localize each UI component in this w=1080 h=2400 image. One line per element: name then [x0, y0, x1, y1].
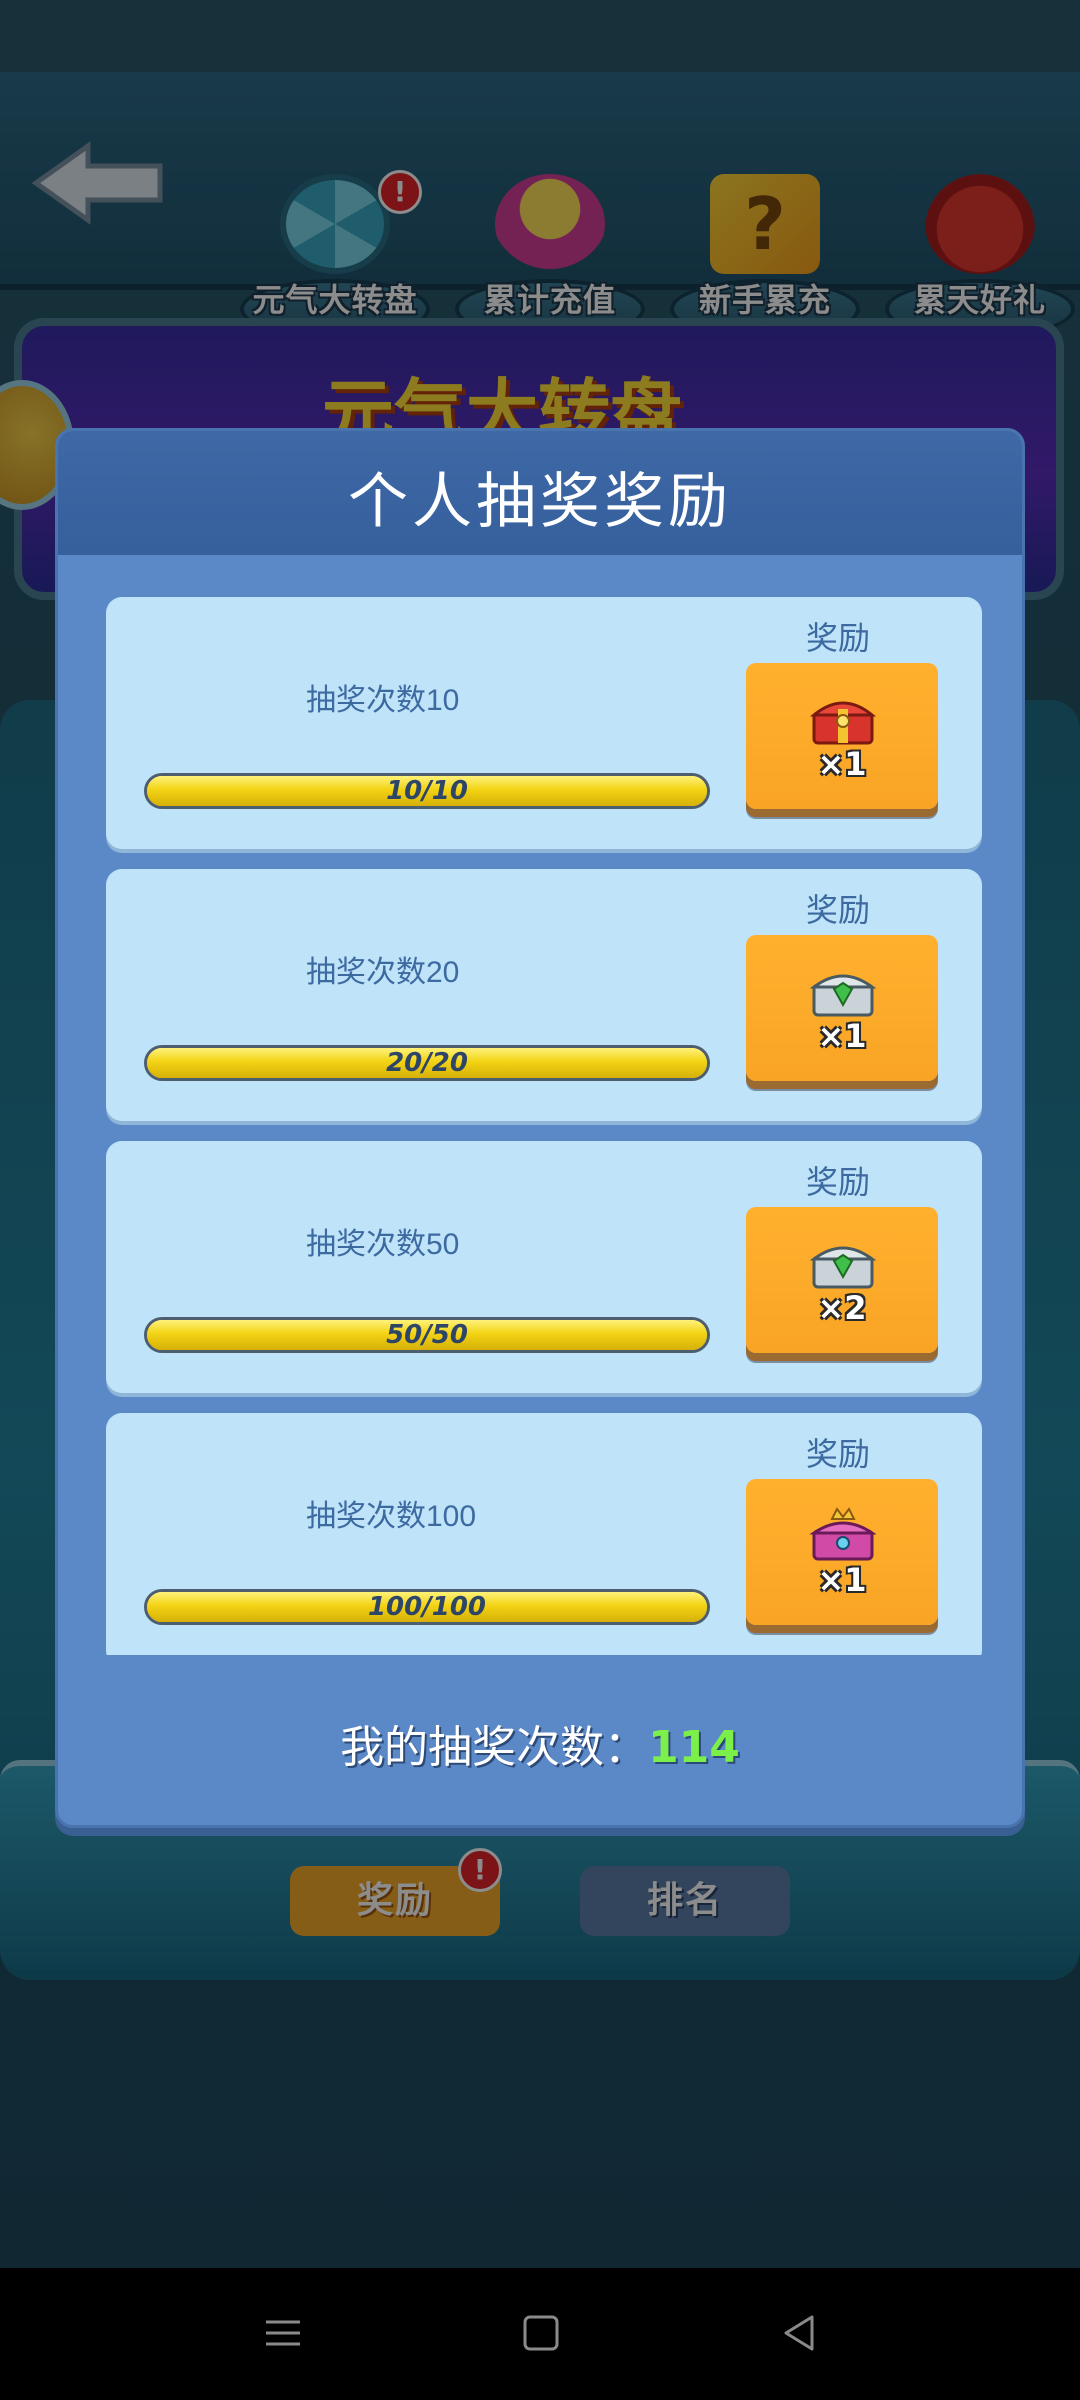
red-gold-chest-icon: [810, 701, 876, 745]
progress-bar: 20/20: [144, 1045, 710, 1081]
menu-icon[interactable]: [258, 2308, 308, 2358]
reward-list[interactable]: 抽奖次数10 10/10 奖励 ×1 抽奖次数20 20/20 奖励 ×1 抽奖…: [106, 597, 982, 1655]
reward-label: 奖励: [806, 892, 871, 928]
reward-quantity: ×1: [817, 1017, 867, 1055]
reward-row: 抽奖次数10 10/10 奖励 ×1: [106, 597, 982, 849]
reward-label: 奖励: [806, 1164, 871, 1200]
reward-label: 奖励: [806, 1436, 871, 1472]
pink-crown-chest-icon: [810, 1507, 876, 1561]
system-navigation-bar: [0, 2268, 1080, 2400]
progress-bar: 10/10: [144, 773, 710, 809]
progress-bar: 50/50: [144, 1317, 710, 1353]
home-icon[interactable]: [516, 2308, 566, 2358]
row-title: 抽奖次数100: [306, 1500, 477, 1533]
row-title: 抽奖次数50: [306, 1228, 460, 1261]
dialog-header: 个人抽奖奖励: [58, 431, 1022, 555]
row-title: 抽奖次数10: [306, 684, 460, 717]
reward-row: 抽奖次数50 50/50 奖励 ×2: [106, 1141, 982, 1393]
my-lottery-count: 我的抽奖次数：114: [58, 1711, 1022, 1775]
reward-quantity: ×1: [817, 1561, 867, 1599]
lottery-count-value: 114: [648, 1722, 740, 1773]
progress-text: 10/10: [386, 776, 468, 806]
reward-button[interactable]: ×1: [746, 1479, 938, 1625]
progress-text: 20/20: [386, 1048, 468, 1078]
progress-text: 50/50: [386, 1320, 468, 1350]
lottery-count-label: 我的抽奖次数：: [340, 1722, 649, 1773]
reward-quantity: ×2: [817, 1289, 867, 1327]
row-title: 抽奖次数20: [306, 956, 460, 989]
silver-green-chest-icon: [810, 1246, 876, 1289]
reward-row: 抽奖次数20 20/20 奖励 ×1: [106, 869, 982, 1121]
silver-green-chest-icon: [810, 974, 876, 1017]
personal-lottery-reward-dialog: 个人抽奖奖励 抽奖次数10 10/10 奖励 ×1 抽奖次数20 20/20 奖…: [55, 428, 1025, 1828]
progress-text: 100/100: [367, 1592, 487, 1622]
reward-label: 奖励: [806, 620, 871, 656]
reward-button[interactable]: ×2: [746, 1207, 938, 1353]
progress-bar: 100/100: [144, 1589, 710, 1625]
reward-button[interactable]: ×1: [746, 935, 938, 1081]
reward-row: 抽奖次数100 100/100 奖励 ×1: [106, 1413, 982, 1655]
reward-quantity: ×1: [817, 745, 867, 783]
reward-button[interactable]: ×1: [746, 663, 938, 809]
back-icon[interactable]: [774, 2308, 824, 2358]
dialog-title: 个人抽奖奖励: [348, 467, 732, 537]
